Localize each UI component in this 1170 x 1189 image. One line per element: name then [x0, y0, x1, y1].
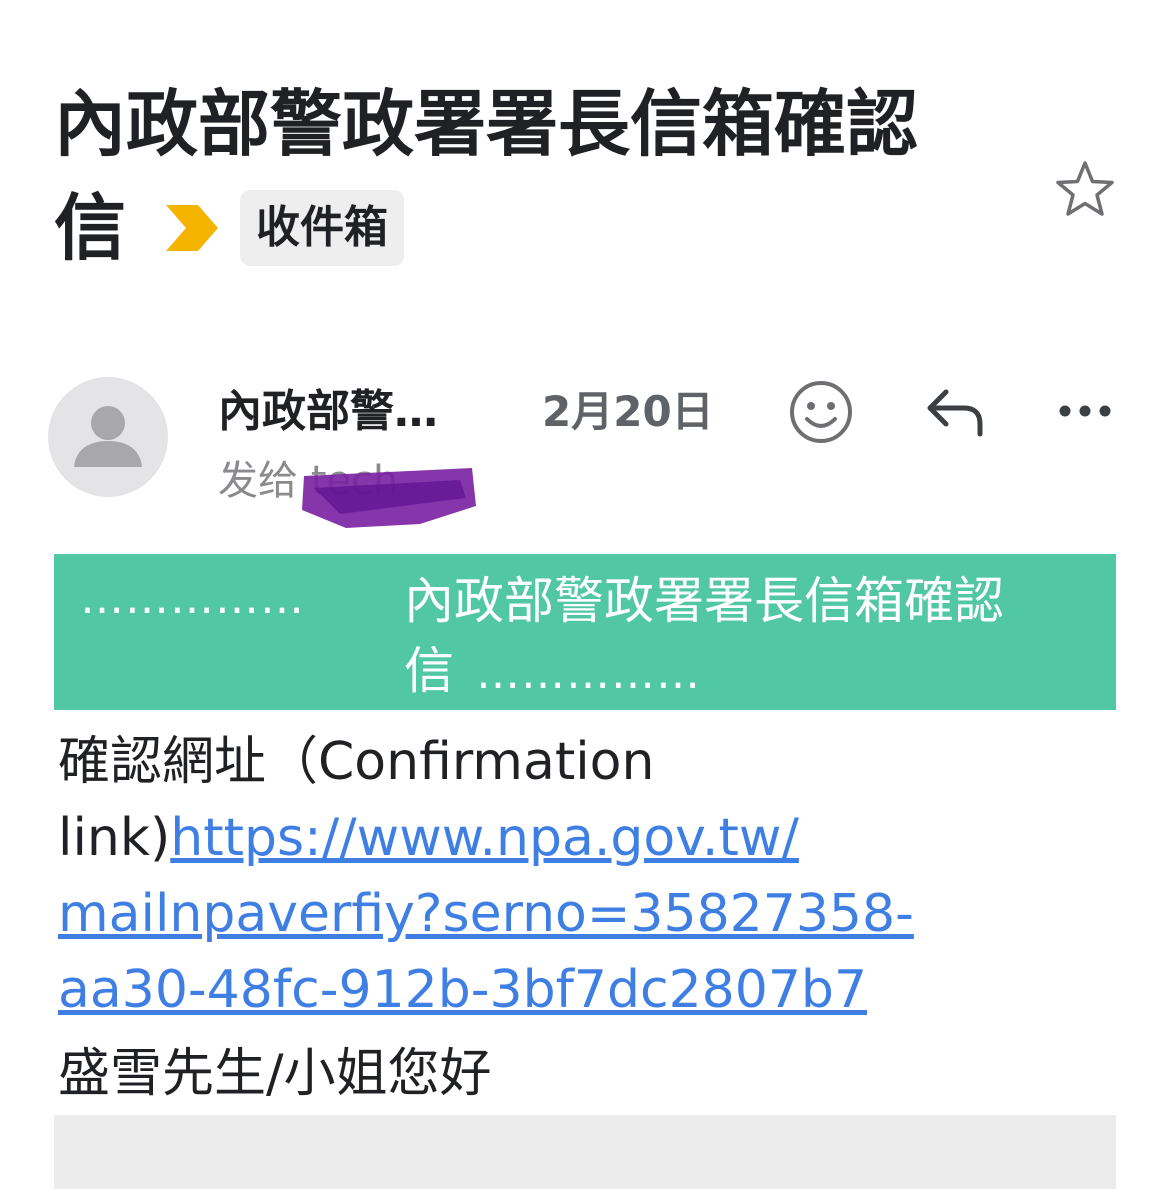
banner-title-line-1: 內政部警政署署長信箱確認	[404, 572, 1004, 630]
email-body: 確認網址（Confirmation link)https://www.npa.g…	[58, 724, 1038, 1028]
sender-avatar[interactable]	[48, 377, 168, 497]
confirm-label-link: link)	[58, 808, 171, 868]
banner-dots-right: ……………	[476, 648, 701, 699]
subject-line-2: 信	[54, 186, 127, 270]
emoji-icon[interactable]	[788, 379, 854, 445]
star-icon[interactable]	[1054, 158, 1116, 220]
greeting-text: 盛雪先生/小姐您好	[58, 1044, 492, 1104]
chevron-down-icon[interactable]: ⌄	[404, 470, 422, 495]
recipient-line[interactable]: 发给 tech ⌄	[218, 452, 498, 512]
received-date: 2月20日	[542, 387, 714, 436]
importance-marker-icon[interactable]	[166, 205, 219, 251]
content-block	[54, 1115, 1116, 1189]
person-avatar-icon	[74, 406, 142, 467]
confirmation-link-1[interactable]: https://www.npa.gov.tw/	[170, 808, 799, 868]
inbox-label-chip[interactable]: 收件箱	[240, 190, 405, 266]
sender-name[interactable]: 內政部警…	[218, 382, 498, 442]
confirm-label: 確認網址（Confirmation	[58, 732, 655, 792]
banner-title: 內政部警政署署長信箱確認 信 ……………	[404, 566, 1104, 709]
banner-dots-left: ……………	[80, 573, 305, 624]
subject-line-1: 內政部警政署署長信箱確認	[54, 82, 919, 166]
email-banner: …………… 內政部警政署署長信箱確認 信 ……………	[54, 554, 1116, 710]
banner-title-line-2: 信	[404, 642, 454, 700]
confirmation-link-3[interactable]: aa30-48fc-912b-3bf7dc2807b7	[58, 960, 867, 1020]
email-subject: 內政部警政署署長信箱確認 信 收件箱	[54, 72, 1014, 280]
more-icon[interactable]	[1056, 394, 1114, 428]
confirmation-link-2[interactable]: mailnpaverfiy?serno=35827358-	[58, 884, 914, 944]
reply-icon[interactable]	[924, 384, 986, 440]
recipient-text: 发给 tech	[218, 458, 399, 504]
